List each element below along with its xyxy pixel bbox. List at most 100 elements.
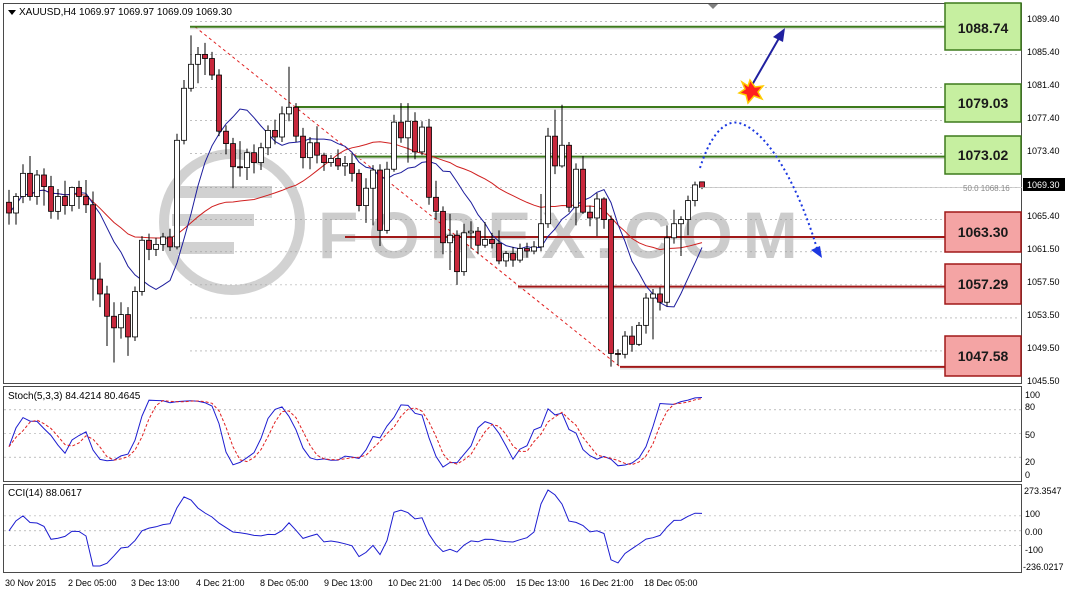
candle-body [398,121,404,139]
stoch-tick: 50 [1025,430,1035,440]
candle-body [139,239,145,292]
time-label: 14 Dec 05:00 [452,578,506,588]
watermark-text: FOREX.COM [318,198,808,272]
candle-body [377,169,383,231]
time-label: 4 Dec 21:00 [196,578,245,588]
stoch-tick: 20 [1025,457,1035,467]
candle-body [216,74,222,132]
candle-body [279,113,285,138]
candle-body [510,253,516,261]
time-label: 2 Dec 05:00 [68,578,117,588]
candle-body [41,174,47,187]
candle-body [34,174,40,197]
candle-body [265,129,271,149]
candle-body [447,234,453,244]
price-tick: 1081.40 [1027,80,1060,90]
price-tick: 1061.50 [1027,244,1060,254]
stoch-title: Stoch(5,3,3) 84.4214 80.4645 [8,391,141,402]
candle-body [209,58,215,76]
candle-body [517,248,523,261]
candle-body [573,168,579,208]
cci-tick: 0.00 [1025,527,1043,537]
candle-body [671,223,677,239]
cci-panel[interactable] [3,484,1022,573]
price-tick: 1049.50 [1027,343,1060,353]
price-tick: 1089.40 [1027,14,1060,24]
candle-body [503,253,509,262]
level-label-1088: 1088.74 [958,20,1009,36]
candle-body [153,243,159,250]
candle-body [62,196,68,206]
time-axis[interactable]: 30 Nov 2015 2 Dec 05:00 3 Dec 13:00 4 De… [5,578,698,588]
candle-body [160,236,166,245]
price-tick: 1053.50 [1027,310,1060,320]
candle-body [657,293,663,303]
candle-body [307,142,313,159]
cci-tick: -100 [1025,545,1043,555]
candle-body [300,135,306,159]
level-label-1047: 1047.58 [958,348,1009,364]
trading-chart: FOREX.COM XAUUSD,H4 1069.97 1069.97 1069… [0,0,1066,596]
candle-body [314,142,320,156]
candle-body [181,87,187,141]
time-label: 16 Dec 21:00 [580,578,634,588]
time-label: 30 Nov 2015 [5,578,56,588]
candle-body [104,293,110,317]
level-label-1063: 1063.30 [958,224,1009,240]
candle-body [622,335,628,355]
cci-axis[interactable]: 273.3547 100 0.00 -100 -236.0217 [1023,486,1064,572]
candle-body [678,219,684,225]
main-price-panel[interactable] [3,3,1022,384]
level-box-1057[interactable]: 1057.29 [944,263,1022,305]
chart-svg: FOREX.COM XAUUSD,H4 1069.97 1069.97 1069… [3,2,1065,588]
current-price-label: 1069.30 [1027,180,1060,190]
candle-body [237,166,243,169]
candle-body [699,181,705,188]
candle-body [454,234,460,273]
level-box-1073[interactable]: 1073.02 [944,135,1022,175]
fib-label: 50.0 1068.16 [963,184,1010,193]
price-tick: 1077.40 [1027,113,1060,123]
stoch-tick: 0 [1025,470,1030,480]
candle-body [230,143,236,168]
candle-body [244,152,250,168]
candle-body [545,135,551,225]
candle-body [202,53,208,59]
price-tick: 1065.40 [1027,211,1060,221]
time-label: 15 Dec 13:00 [516,578,570,588]
candle-body [132,291,138,338]
candle-body [419,126,425,153]
candle-body [370,169,376,189]
candle-body [426,126,432,198]
candle-body [482,239,488,246]
price-tick: 1073.40 [1027,146,1060,156]
candle-body [223,130,229,145]
candle-body [27,172,33,197]
candle-body [125,314,131,338]
candle-body [692,184,698,202]
candle-body [195,53,201,65]
candle-body [475,230,481,246]
level-box-1063[interactable]: 1063.30 [944,211,1022,253]
time-label: 8 Dec 05:00 [260,578,309,588]
candle-body [594,198,600,219]
candle-body [363,187,369,206]
candle-body [566,144,572,208]
cci-tick: -236.0217 [1023,562,1064,572]
stoch-tick: 100 [1025,390,1040,400]
candle-body [188,63,194,89]
level-box-1079[interactable]: 1079.03 [944,83,1022,123]
level-box-1047[interactable]: 1047.58 [944,335,1022,377]
stoch-axis[interactable]: 100 80 50 20 0 [1025,390,1040,480]
candle-body [384,168,390,231]
candle-body [356,172,362,206]
candle-body [272,129,278,138]
candle-body [615,353,621,355]
candle-body [524,248,530,252]
candle-body [48,186,54,212]
level-box-1088[interactable]: 1088.74 [944,2,1022,51]
candle-body [391,121,397,170]
candle-body [433,196,439,212]
candle-body [328,158,334,164]
time-label: 3 Dec 13:00 [131,578,180,588]
